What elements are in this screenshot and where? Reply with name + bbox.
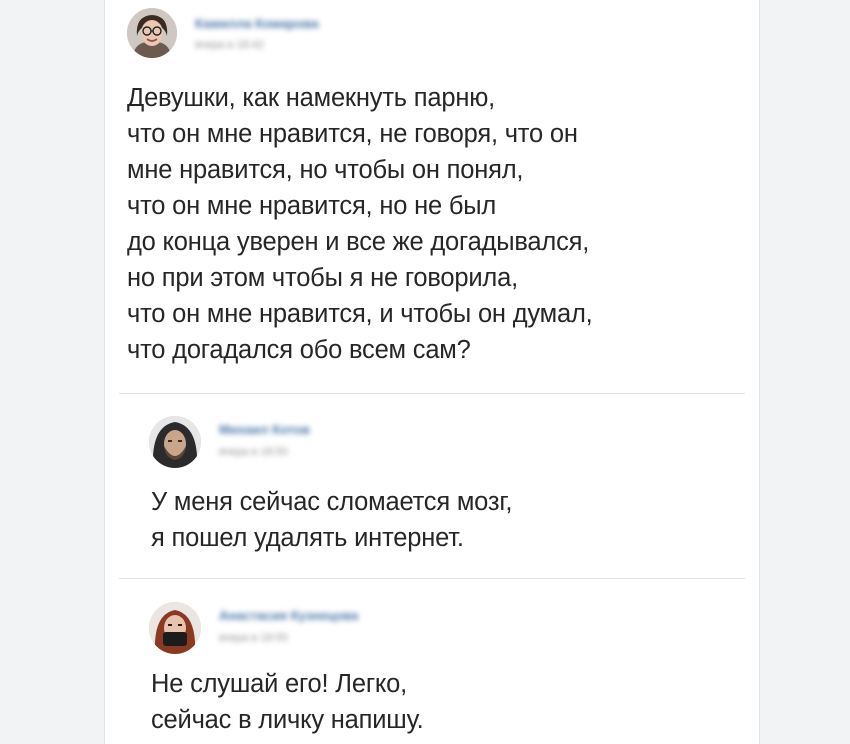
comment-date[interactable]: вчера в 18:55 bbox=[219, 632, 288, 644]
post-date[interactable]: вчера в 18:42 bbox=[195, 39, 264, 51]
post-text: Девушки, как намекнуть парню, что он мне… bbox=[127, 84, 593, 364]
man-hooded-avatar-icon bbox=[149, 416, 201, 468]
comment-divider bbox=[119, 578, 745, 579]
comment-text: Не слушай его! Легко, сейчас в личку нап… bbox=[151, 670, 424, 734]
comment-text: У меня сейчас сломается мозг, я пошел уд… bbox=[151, 488, 513, 552]
woman-glasses-avatar-icon bbox=[127, 8, 177, 58]
comment-author-avatar[interactable] bbox=[149, 416, 201, 468]
woman-redhair-avatar-icon bbox=[149, 602, 201, 654]
post-divider bbox=[119, 393, 745, 394]
comment-author-avatar[interactable] bbox=[149, 602, 201, 654]
post-card: Камилла Комарова вчера в 18:42 Девушки, … bbox=[104, 0, 760, 744]
post-author-avatar[interactable] bbox=[127, 8, 177, 58]
comment-author-name[interactable]: Анастасия Кузнецова bbox=[219, 608, 358, 623]
comment-date[interactable]: вчера в 18:50 bbox=[219, 446, 288, 458]
post-header: Камилла Комарова вчера в 18:42 bbox=[127, 8, 527, 58]
post-author-name[interactable]: Камилла Комарова bbox=[195, 16, 319, 31]
comment-author-name[interactable]: Михаил Котов bbox=[219, 422, 310, 437]
